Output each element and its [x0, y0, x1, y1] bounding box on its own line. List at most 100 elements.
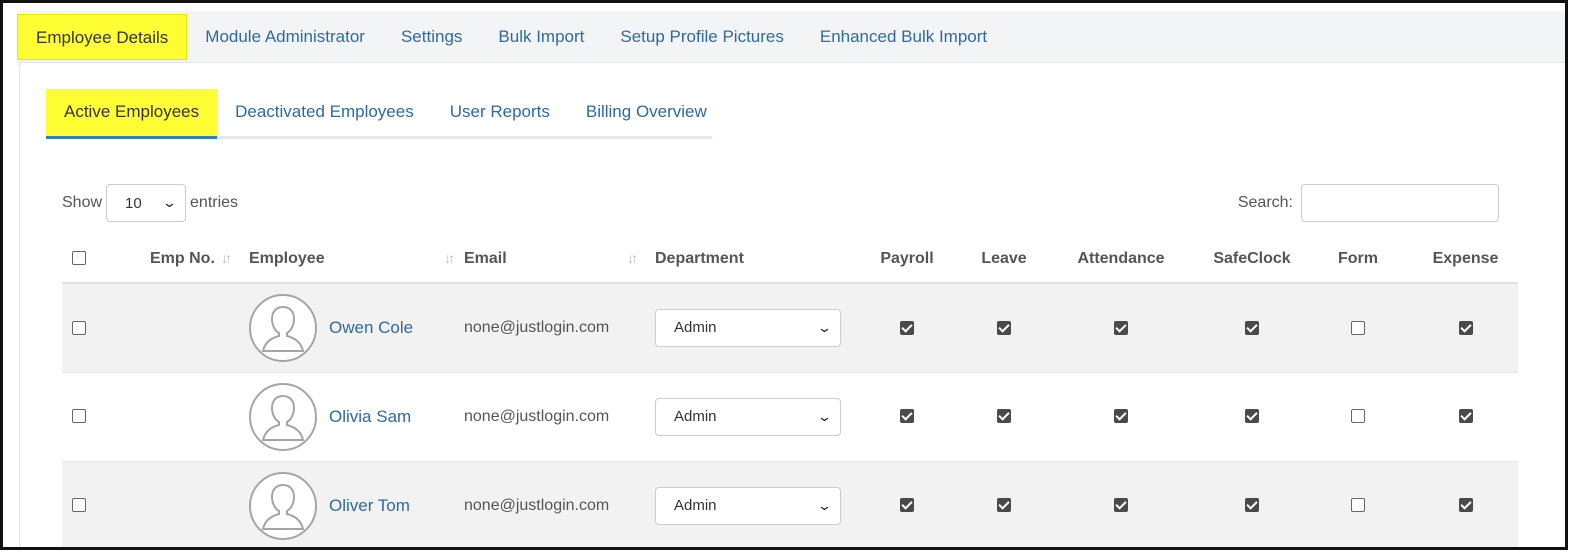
department-value: Admin	[674, 497, 717, 514]
col-department: Department	[641, 235, 847, 284]
row-select-cell	[62, 461, 120, 547]
row-checkbox[interactable]	[72, 409, 86, 424]
top-tab-bar: Employee Details Module Administrator Se…	[17, 14, 1005, 62]
col-expense-label: Expense	[1432, 249, 1499, 267]
employee-table: Emp No. ↓↑ Employee ↓↑ Email ↓↑ Department …	[62, 235, 1518, 547]
col-employee[interactable]: Employee ↓↑	[235, 235, 458, 284]
expense-cell	[1413, 461, 1518, 547]
tab-bulk-import[interactable]: Bulk Import	[480, 14, 602, 60]
form-cell	[1303, 461, 1413, 547]
entries-select[interactable]: 10 ⌄	[106, 184, 187, 222]
emp-no-cell	[120, 461, 235, 547]
attendance-checkbox[interactable]	[1114, 320, 1128, 335]
leave-cell	[967, 461, 1041, 547]
user-silhouette-icon	[261, 483, 305, 530]
email-cell: none@justlogin.com	[458, 461, 641, 547]
attendance-cell	[1041, 372, 1201, 462]
col-email[interactable]: Email ↓↑	[458, 235, 641, 284]
department-select[interactable]: Admin ⌄	[655, 308, 841, 347]
payroll-checkbox[interactable]	[900, 498, 914, 513]
employee-email: none@justlogin.com	[464, 407, 610, 425]
department-cell: Admin ⌄	[641, 283, 847, 373]
payroll-cell	[847, 372, 967, 462]
expense-checkbox[interactable]	[1458, 320, 1473, 335]
expense-checkbox[interactable]	[1458, 498, 1473, 513]
tab-setup-profile-pictures[interactable]: Setup Profile Pictures	[602, 14, 801, 60]
safeclock-checkbox[interactable]	[1245, 409, 1259, 424]
expense-cell	[1413, 372, 1518, 462]
length-control: Show 10 ⌄ entries	[62, 184, 238, 222]
department-cell: Admin ⌄	[641, 372, 847, 462]
tab-module-administrator[interactable]: Module Administrator	[187, 14, 383, 60]
department-cell: Admin ⌄	[641, 461, 847, 547]
table-row: Owen Cole none@justlogin.com Admin ⌄	[62, 283, 1518, 373]
employee-email: none@justlogin.com	[464, 318, 610, 336]
col-employee-label: Employee	[249, 249, 325, 267]
form-cell	[1303, 372, 1413, 462]
col-payroll-label: Payroll	[880, 249, 934, 267]
subtab-user-reports[interactable]: User Reports	[432, 89, 568, 136]
chevron-down-icon: ⌄	[161, 195, 178, 210]
safeclock-checkbox[interactable]	[1245, 320, 1259, 335]
col-department-label: Department	[655, 249, 744, 267]
safeclock-checkbox[interactable]	[1245, 498, 1259, 513]
col-payroll: Payroll	[847, 235, 967, 284]
employee-cell: Oliver Tom	[235, 461, 458, 547]
emp-no-cell	[120, 372, 235, 462]
search-label: Search:	[1237, 194, 1293, 211]
safeclock-cell	[1201, 283, 1303, 373]
department-select[interactable]: Admin ⌄	[655, 486, 841, 525]
leave-checkbox[interactable]	[997, 320, 1011, 335]
col-attendance: Attendance	[1041, 235, 1201, 284]
employee-name-link[interactable]: Olivia Sam	[329, 407, 411, 427]
tab-settings[interactable]: Settings	[383, 14, 480, 60]
expense-checkbox[interactable]	[1458, 409, 1473, 424]
row-select-cell	[62, 372, 120, 462]
leave-checkbox[interactable]	[997, 409, 1011, 424]
form-checkbox[interactable]	[1351, 320, 1365, 335]
leave-checkbox[interactable]	[997, 498, 1011, 513]
subtab-active-employees[interactable]: Active Employees	[46, 89, 218, 139]
avatar	[249, 471, 317, 540]
tab-employee-details[interactable]: Employee Details	[17, 14, 188, 60]
subtab-billing-overview[interactable]: Billing Overview	[568, 89, 725, 136]
table-row: Oliver Tom none@justlogin.com Admin ⌄	[62, 461, 1518, 547]
search-control: Search:	[1238, 184, 1499, 222]
content-panel: Active Employees Deactivated Employees U…	[19, 62, 1565, 547]
entries-label: entries	[190, 194, 239, 211]
expense-cell	[1413, 283, 1518, 373]
form-cell	[1303, 283, 1413, 373]
col-emp-no-label: Emp No.	[150, 249, 215, 267]
table-row: Olivia Sam none@justlogin.com Admin ⌄	[62, 372, 1518, 462]
select-all-cell	[62, 235, 120, 284]
app-frame: Employee Details Module Administrator Se…	[0, 0, 1568, 550]
col-emp-no[interactable]: Emp No. ↓↑	[120, 235, 235, 284]
row-checkbox[interactable]	[72, 320, 86, 335]
attendance-checkbox[interactable]	[1114, 498, 1128, 513]
department-value: Admin	[674, 408, 717, 425]
sort-icon: ↓↑	[444, 250, 455, 266]
tab-enhanced-bulk-import[interactable]: Enhanced Bulk Import	[802, 14, 1005, 60]
safeclock-cell	[1201, 461, 1303, 547]
employee-cell: Owen Cole	[235, 283, 458, 373]
department-select[interactable]: Admin ⌄	[655, 397, 841, 436]
payroll-checkbox[interactable]	[900, 320, 914, 335]
employee-name-link[interactable]: Oliver Tom	[329, 496, 410, 516]
avatar	[249, 293, 317, 362]
attendance-cell	[1041, 461, 1201, 547]
col-attendance-label: Attendance	[1077, 249, 1165, 267]
user-silhouette-icon	[261, 394, 305, 441]
payroll-checkbox[interactable]	[900, 409, 914, 424]
form-checkbox[interactable]	[1351, 409, 1365, 424]
col-safeclock-label: SafeClock	[1213, 249, 1291, 267]
employee-name-link[interactable]: Owen Cole	[329, 318, 413, 338]
show-label: Show	[62, 194, 103, 211]
select-all-checkbox[interactable]	[72, 251, 86, 266]
row-checkbox[interactable]	[72, 498, 86, 513]
search-input[interactable]	[1301, 184, 1499, 222]
chevron-down-icon: ⌄	[816, 319, 833, 335]
form-checkbox[interactable]	[1351, 498, 1365, 513]
employee-cell: Olivia Sam	[235, 372, 458, 462]
attendance-checkbox[interactable]	[1114, 409, 1128, 424]
subtab-deactivated-employees[interactable]: Deactivated Employees	[217, 89, 432, 136]
